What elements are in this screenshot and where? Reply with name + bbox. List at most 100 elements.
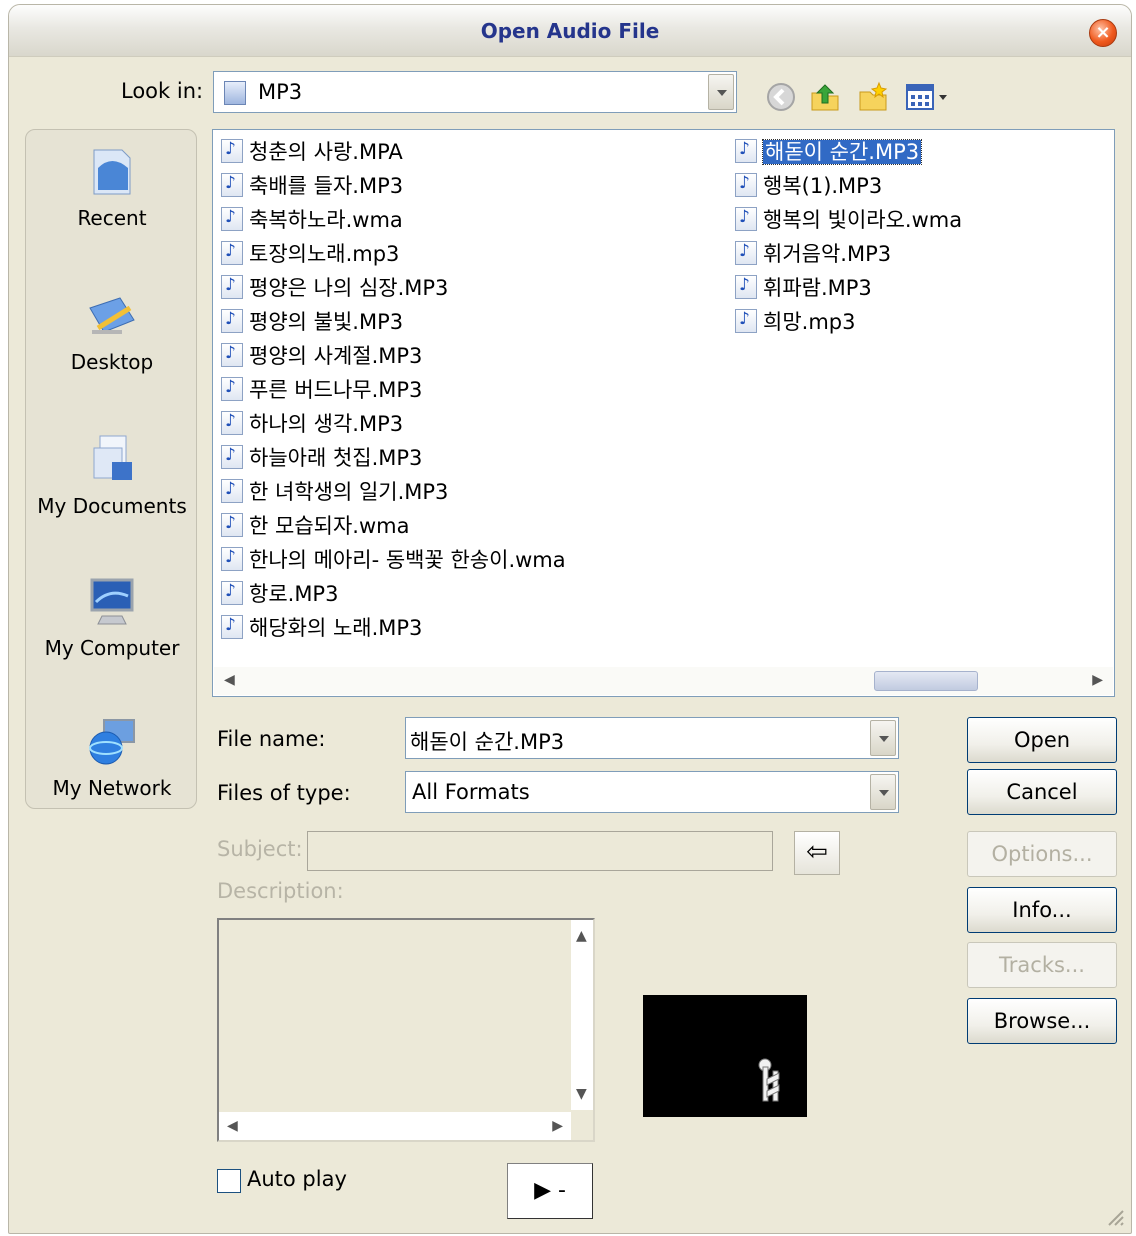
- file-item-selected[interactable]: 해돋이 순간.MP3: [735, 136, 923, 166]
- title-bar[interactable]: Open Audio File ×: [9, 5, 1131, 57]
- file-name: 행복(1).MP3: [763, 174, 883, 198]
- file-item[interactable]: 평양의 불빛.MP3: [221, 306, 403, 336]
- recent-icon: [93, 149, 131, 195]
- file-name-value: 해돋이 순간.MP3: [410, 730, 565, 754]
- audio-file-icon: [735, 139, 757, 163]
- scrollbar-thumb[interactable]: [874, 671, 978, 691]
- open-button[interactable]: Open: [967, 717, 1117, 763]
- cancel-button[interactable]: Cancel: [967, 769, 1117, 815]
- album-art-preview: [643, 995, 807, 1117]
- file-item[interactable]: 하늘아래 첫집.MP3: [221, 442, 422, 472]
- place-my-network[interactable]: My Network: [26, 714, 198, 800]
- place-my-computer[interactable]: My Computer: [26, 574, 198, 660]
- file-item[interactable]: 축배를 들자.MP3: [221, 170, 403, 200]
- file-item[interactable]: 평양의 사계절.MP3: [221, 340, 422, 370]
- scroll-left-icon[interactable]: ◀: [224, 672, 235, 688]
- options-button[interactable]: Options...: [967, 831, 1117, 877]
- info-button[interactable]: Info...: [967, 887, 1117, 933]
- look-in-value: MP3: [258, 80, 303, 104]
- view-menu-icon[interactable]: [905, 81, 951, 113]
- file-item[interactable]: 하나의 생각.MP3: [221, 408, 403, 438]
- file-item[interactable]: 청춘의 사랑.MPA: [221, 136, 403, 166]
- copy-subject-button[interactable]: ⇦: [794, 831, 840, 875]
- place-label: My Computer: [44, 636, 180, 660]
- file-name: 토장의노래.mp3: [249, 242, 400, 266]
- music-notes-icon: [758, 1058, 780, 1102]
- audio-file-icon: [221, 343, 243, 367]
- file-item[interactable]: 해당화의 노래.MP3: [221, 612, 422, 642]
- resize-grip-icon[interactable]: [1103, 1205, 1125, 1227]
- place-my-documents[interactable]: My Documents: [26, 432, 198, 518]
- file-item[interactable]: 행복(1).MP3: [735, 170, 882, 200]
- description-horizontal-scrollbar[interactable]: ◀ ▶: [219, 1112, 571, 1140]
- scroll-left-icon[interactable]: ◀: [227, 1118, 238, 1134]
- file-list[interactable]: 청춘의 사랑.MPA 축배를 들자.MP3 축복하노라.wma 토장의노래.mp…: [212, 129, 1115, 697]
- audio-file-icon: [221, 615, 243, 639]
- file-item[interactable]: 휘거음악.MP3: [735, 238, 891, 268]
- file-item[interactable]: 휘파람.MP3: [735, 272, 872, 302]
- file-item[interactable]: 행복의 빛이라오.wma: [735, 204, 962, 234]
- file-item[interactable]: 한 모습되자.wma: [221, 510, 409, 540]
- file-name: 한 모습되자.wma: [249, 514, 410, 538]
- up-folder-icon[interactable]: [809, 81, 841, 113]
- audio-file-icon: [221, 479, 243, 503]
- look-in-combo[interactable]: MP3: [213, 71, 737, 113]
- file-item[interactable]: 평양은 나의 심장.MP3: [221, 272, 448, 302]
- close-icon: ×: [1095, 22, 1111, 43]
- file-item[interactable]: 토장의노래.mp3: [221, 238, 399, 268]
- place-label: Desktop: [70, 350, 154, 374]
- file-name: 해당화의 노래.MP3: [249, 616, 423, 640]
- open-audio-file-dialog: Open Audio File × Look in: MP3 Recent De…: [8, 4, 1132, 1234]
- audio-file-icon: [735, 173, 757, 197]
- file-name-combo[interactable]: 해돋이 순간.MP3: [405, 717, 899, 759]
- audio-file-icon: [735, 275, 757, 299]
- scroll-up-icon[interactable]: ▲: [576, 928, 587, 944]
- place-label: My Network: [52, 776, 172, 800]
- chevron-down-icon[interactable]: [870, 720, 896, 756]
- new-folder-icon[interactable]: [857, 81, 889, 113]
- scroll-down-icon[interactable]: ▼: [576, 1086, 587, 1102]
- audio-file-icon: [221, 173, 243, 197]
- auto-play-label: Auto play: [247, 1167, 347, 1191]
- look-in-label: Look in:: [121, 79, 204, 103]
- chevron-down-icon[interactable]: [870, 774, 896, 810]
- files-of-type-label: Files of type:: [217, 781, 351, 805]
- file-name: 항로.MP3: [249, 582, 339, 606]
- file-item[interactable]: 한 녀학생의 일기.MP3: [221, 476, 448, 506]
- description-box[interactable]: ▲ ▼ ◀ ▶: [217, 918, 595, 1142]
- place-desktop[interactable]: Desktop: [26, 288, 198, 374]
- place-recent[interactable]: Recent: [26, 144, 198, 230]
- file-list-horizontal-scrollbar[interactable]: ◀ ▶: [214, 667, 1113, 695]
- place-label: My Documents: [37, 494, 187, 518]
- audio-file-icon: [735, 207, 757, 231]
- audio-file-icon: [735, 241, 757, 265]
- file-name: 휘파람.MP3: [763, 276, 872, 300]
- file-item[interactable]: 한나의 메아리- 동백꽃 한송이.wma: [221, 544, 566, 574]
- close-button[interactable]: ×: [1089, 19, 1117, 47]
- audio-file-icon: [221, 547, 243, 571]
- scroll-right-icon[interactable]: ▶: [1092, 672, 1103, 688]
- file-item[interactable]: 축복하노라.wma: [221, 204, 403, 234]
- file-name: 휘거음악.MP3: [763, 242, 892, 266]
- subject-field[interactable]: [307, 831, 773, 871]
- play-button[interactable]: ▶ -: [507, 1163, 593, 1219]
- file-item[interactable]: 푸른 버드나무.MP3: [221, 374, 422, 404]
- chevron-down-icon[interactable]: [708, 74, 734, 110]
- files-of-type-combo[interactable]: All Formats: [405, 771, 899, 813]
- file-name: 한 녀학생의 일기.MP3: [249, 480, 449, 504]
- description-vertical-scrollbar[interactable]: ▲ ▼: [571, 920, 593, 1110]
- tracks-button[interactable]: Tracks...: [967, 942, 1117, 988]
- auto-play-checkbox[interactable]: [217, 1169, 241, 1193]
- file-item[interactable]: 항로.MP3: [221, 578, 338, 608]
- file-name: 해돋이 순간.MP3: [761, 139, 923, 165]
- arrow-left-icon: ⇦: [806, 837, 828, 867]
- audio-file-icon: [221, 275, 243, 299]
- browse-button[interactable]: Browse...: [967, 998, 1117, 1044]
- file-name: 청춘의 사랑.MPA: [249, 140, 403, 164]
- description-label: Description:: [217, 879, 344, 903]
- file-item[interactable]: 희망.mp3: [735, 306, 855, 336]
- audio-file-icon: [221, 445, 243, 469]
- scroll-right-icon[interactable]: ▶: [552, 1118, 563, 1134]
- back-icon[interactable]: [765, 81, 797, 113]
- file-name: 평양은 나의 심장.MP3: [249, 276, 449, 300]
